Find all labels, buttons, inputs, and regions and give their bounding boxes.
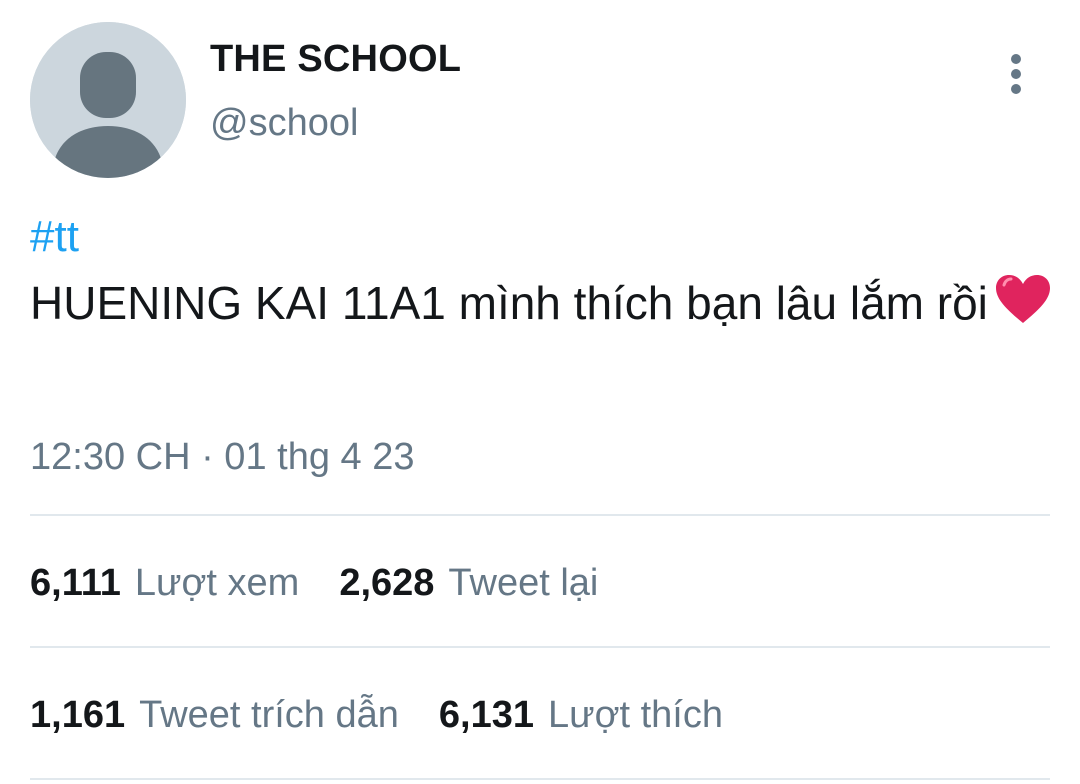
more-dot-icon [1011, 69, 1021, 79]
display-name[interactable]: THE SCHOOL [210, 38, 461, 81]
quote-tweets-count: 1,161 [30, 694, 126, 736]
user-handle[interactable]: @school [210, 102, 358, 145]
views-stat[interactable]: 6,111 Lượt xem [30, 562, 299, 605]
likes-stat[interactable]: 6,131 Lượt thích [439, 694, 723, 737]
likes-label: Lượt thích [548, 694, 723, 736]
more-dot-icon [1011, 84, 1021, 94]
divider [30, 778, 1050, 780]
divider [30, 646, 1050, 648]
stats-row: 1,161 Tweet trích dẫn 6,131 Lượt thích [30, 694, 723, 737]
stats-row: 6,111 Lượt xem 2,628 Tweet lại [30, 562, 598, 605]
views-count: 6,111 [30, 562, 121, 604]
tweet-timestamp[interactable]: 12:30 CH · 01 thg 4 23 [30, 436, 414, 479]
default-avatar-icon [30, 22, 186, 178]
more-options-button[interactable] [996, 50, 1036, 98]
retweets-label: Tweet lại [448, 562, 599, 604]
views-label: Lượt xem [134, 562, 300, 604]
tweet-text: HUENING KAI 11A1 mình thích bạn lâu lắm … [30, 270, 1060, 342]
tweet-body: HUENING KAI 11A1 mình thích bạn lâu lắm … [30, 277, 988, 329]
tweet-detail: THE SCHOOL @school #tt HUENING KAI 11A1 … [0, 0, 1080, 784]
likes-count: 6,131 [438, 694, 534, 736]
hashtag-link[interactable]: #tt [30, 212, 79, 262]
heart-icon [994, 273, 1052, 342]
retweets-count: 2,628 [339, 562, 435, 604]
retweets-stat[interactable]: 2,628 Tweet lại [339, 562, 598, 605]
quote-tweets-label: Tweet trích dẫn [139, 694, 399, 736]
divider [30, 514, 1050, 516]
more-dot-icon [1011, 54, 1021, 64]
avatar[interactable] [30, 22, 186, 178]
quote-tweets-stat[interactable]: 1,161 Tweet trích dẫn [30, 694, 399, 737]
